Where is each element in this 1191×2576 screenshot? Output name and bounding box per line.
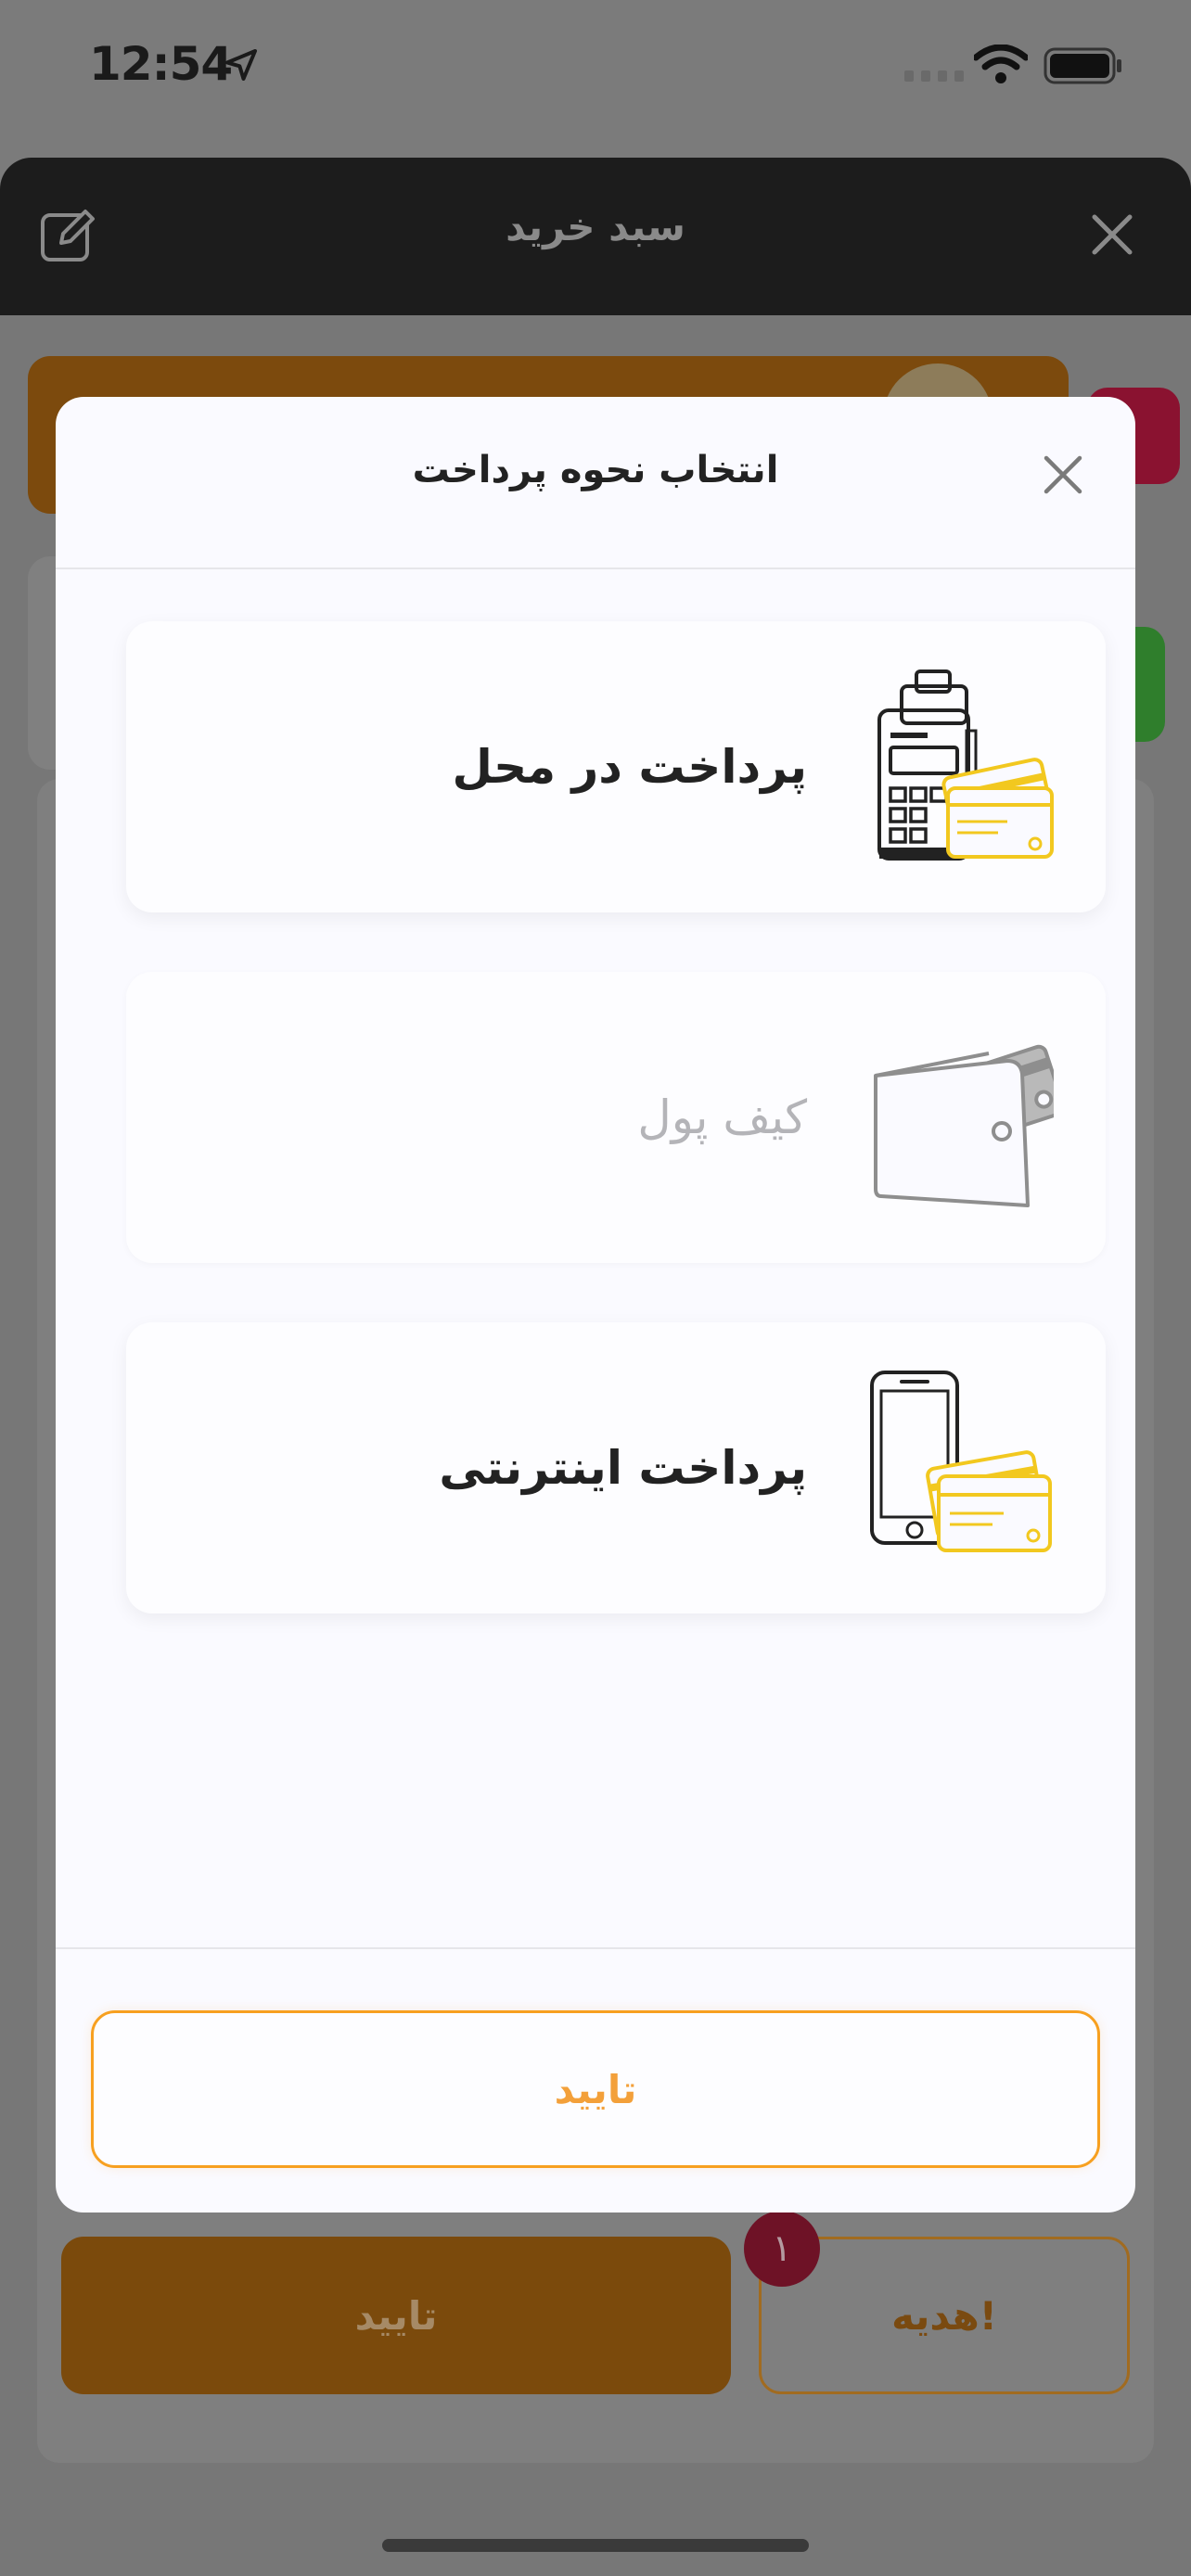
- payment-option-label: پرداخت در محل: [452, 740, 807, 794]
- location-arrow-icon: [225, 49, 257, 81]
- status-time: 12:54: [89, 37, 233, 91]
- payment-option-online[interactable]: پرداخت اینترنتی: [126, 1322, 1106, 1613]
- close-icon[interactable]: [1037, 449, 1089, 501]
- card-pos-terminal-icon: [877, 670, 1054, 861]
- cart-title: سبد خرید: [506, 204, 685, 249]
- modal-divider: [56, 1947, 1135, 1949]
- modal-divider: [56, 567, 1135, 569]
- edit-icon[interactable]: [39, 206, 96, 263]
- payment-option-label: پرداخت اینترنتی: [439, 1441, 807, 1495]
- payment-option-label: کیف پول: [637, 1090, 807, 1144]
- wallet-icon: [874, 1044, 1054, 1207]
- battery-icon: [1044, 47, 1121, 84]
- wifi-icon: [974, 45, 1028, 83]
- payment-method-modal: انتخاب نحوه پرداخت پرداخت در محل کیف پول…: [56, 397, 1135, 2213]
- payment-option-wallet[interactable]: کیف پول: [126, 972, 1106, 1263]
- cellular-signal-icon: [904, 70, 964, 82]
- cart-close-icon[interactable]: [1089, 211, 1135, 258]
- home-indicator[interactable]: [382, 2539, 809, 2552]
- cart-confirm-button: تایید: [61, 2237, 731, 2394]
- phone-card-icon: [870, 1371, 1052, 1552]
- confirm-button[interactable]: تایید: [91, 2010, 1100, 2168]
- payment-option-cash-on-delivery[interactable]: پرداخت در محل: [126, 621, 1106, 912]
- modal-title: انتخاب نحوه پرداخت: [412, 449, 779, 491]
- status-bar: 12:54: [0, 0, 1191, 139]
- gift-count-badge: ۱: [744, 2211, 820, 2287]
